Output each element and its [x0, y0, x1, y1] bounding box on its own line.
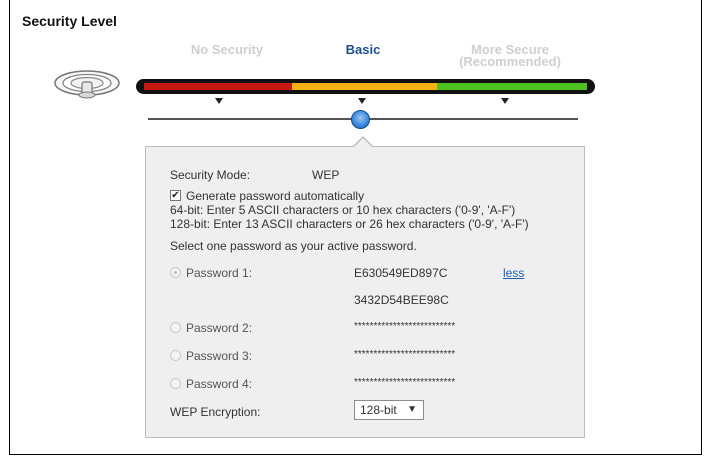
- chevron-down-icon: ▼: [407, 404, 417, 415]
- wifi-router-icon: [52, 66, 122, 105]
- password-1-radio[interactable]: [170, 267, 181, 278]
- security-mode-value: WEP: [312, 168, 340, 182]
- password-3-radio[interactable]: [170, 350, 181, 361]
- level-label-basic[interactable]: Basic: [308, 42, 418, 57]
- level-label-line1: No Security: [190, 42, 264, 57]
- security-level-bar: [136, 79, 595, 94]
- password-4-label: Password 4:: [186, 377, 253, 391]
- wep-encryption-select[interactable]: 128-bit ▼: [354, 400, 424, 420]
- level-marker-icon: [501, 98, 509, 104]
- hint-128bit: 128-bit: Enter 13 ASCII characters or 26…: [170, 217, 529, 231]
- generate-password-label: Generate password automatically: [186, 189, 365, 203]
- less-link[interactable]: less: [503, 266, 524, 280]
- bar-segment-green: [437, 83, 587, 90]
- hint-64bit: 64-bit: Enter 5 ASCII characters or 10 h…: [170, 203, 516, 217]
- password-4-radio[interactable]: [170, 378, 181, 389]
- wep-encryption-value: 128-bit: [360, 403, 397, 417]
- password-2-label: Password 2:: [186, 321, 253, 335]
- page-title: Security Level: [22, 13, 117, 29]
- password-4-value: **************************: [354, 377, 456, 388]
- generate-password-checkbox[interactable]: ✔: [170, 190, 181, 201]
- password-1-value-2: 3432D54BEE98C: [354, 293, 449, 307]
- level-label-more-secure[interactable]: More Secure (Recommended): [440, 43, 580, 69]
- checkmark-icon: ✔: [171, 190, 180, 201]
- security-mode-label: Security Mode:: [170, 168, 251, 182]
- level-marker-icon: [358, 98, 366, 104]
- select-password-prompt: Select one password as your active passw…: [170, 239, 417, 253]
- password-1-value: E630549ED897C: [354, 266, 448, 280]
- bar-segment-yellow: [292, 83, 437, 90]
- level-marker-icon: [215, 98, 223, 104]
- password-2-radio[interactable]: [170, 322, 181, 333]
- level-label-line2: (Recommended): [459, 54, 561, 69]
- level-label-no-security[interactable]: No Security: [172, 42, 282, 57]
- level-label-line1: Basic: [345, 42, 381, 57]
- password-2-value: **************************: [354, 321, 456, 332]
- bar-segment-red: [144, 83, 292, 90]
- password-1-label: Password 1:: [186, 266, 253, 280]
- wep-encryption-label: WEP Encryption:: [170, 405, 261, 419]
- password-3-value: **************************: [354, 349, 456, 360]
- password-3-label: Password 3:: [186, 349, 253, 363]
- slider-handle[interactable]: [351, 110, 370, 129]
